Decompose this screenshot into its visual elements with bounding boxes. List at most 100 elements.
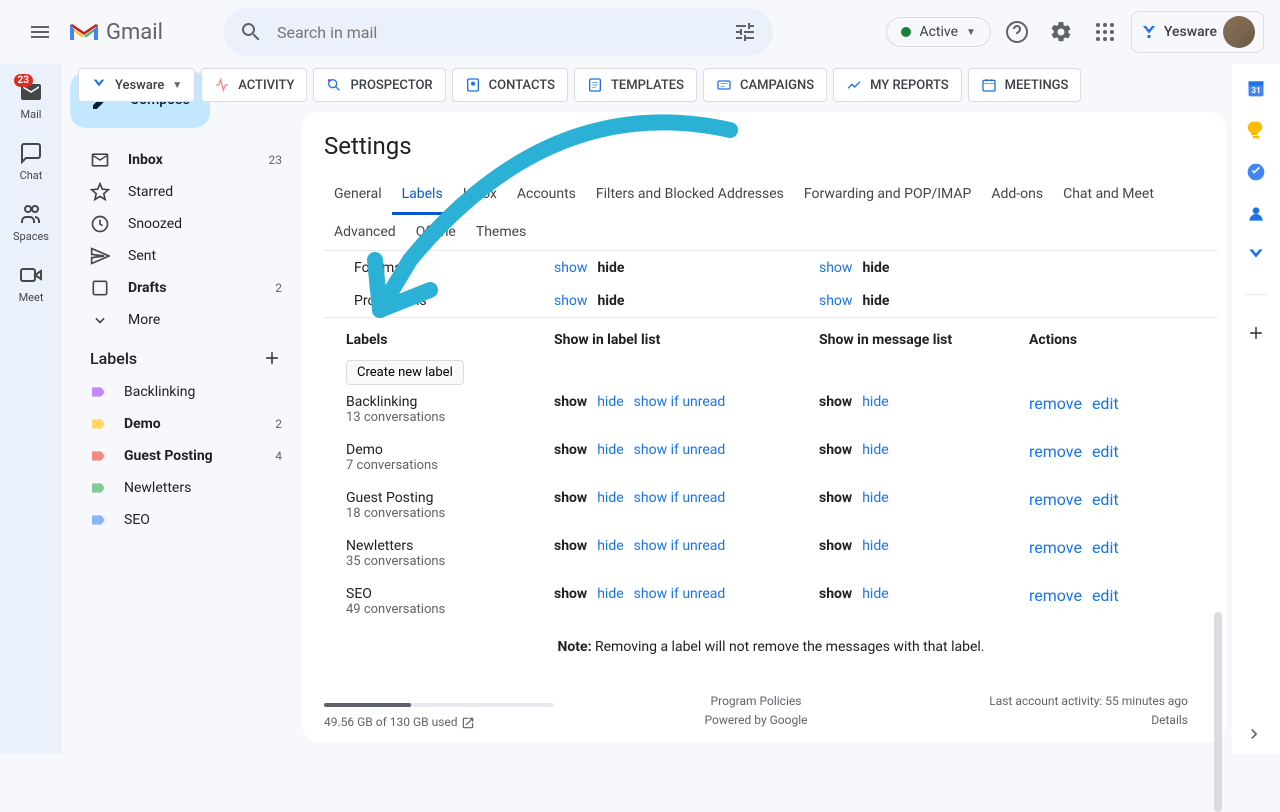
hide-link[interactable]: hide [862, 394, 888, 410]
remove-link[interactable]: remove [1029, 586, 1082, 605]
show-if-unread-link[interactable]: show if unread [634, 442, 726, 458]
show-bold[interactable]: show [819, 490, 852, 506]
hide-link[interactable]: hide [862, 586, 888, 602]
hide-link[interactable]: hide [862, 293, 889, 309]
show-if-unread-link[interactable]: show if unread [634, 394, 726, 410]
chevron-right-icon[interactable] [1244, 724, 1264, 744]
sidebar-nav-drafts[interactable]: Drafts 2 [70, 272, 294, 304]
show-link[interactable]: show [819, 260, 852, 276]
sidebar-label-seo[interactable]: SEO [70, 504, 294, 536]
hide-link[interactable]: hide [862, 490, 888, 506]
calendar-icon[interactable]: 31 [1246, 78, 1266, 98]
settings-tab-forwarding-and-pop-imap[interactable]: Forwarding and POP/IMAP [794, 176, 981, 214]
plus-icon[interactable] [262, 348, 282, 368]
edit-link[interactable]: edit [1092, 586, 1119, 605]
yesware-yesware[interactable]: Yesware▼ [78, 68, 195, 102]
show-bold[interactable]: show [554, 394, 587, 410]
yesware-prospector[interactable]: PROSPECTOR [313, 68, 445, 102]
status-chip[interactable]: Active ▼ [886, 17, 990, 47]
settings-gear-icon[interactable] [1049, 20, 1073, 44]
settings-tab-general[interactable]: General [324, 176, 392, 214]
show-bold[interactable]: show [819, 538, 852, 554]
show-bold[interactable]: show [554, 490, 587, 506]
hide-link[interactable]: hide [597, 586, 623, 602]
hide-link[interactable]: hide [597, 394, 623, 410]
search-input[interactable] [277, 23, 733, 42]
rail-mail[interactable]: 23 Mail [19, 80, 43, 121]
show-link[interactable]: show [554, 260, 587, 276]
show-bold[interactable]: show [554, 442, 587, 458]
yesware-meetings[interactable]: MEETINGS [968, 68, 1082, 102]
tune-icon[interactable] [733, 20, 757, 44]
settings-tab-accounts[interactable]: Accounts [507, 176, 586, 214]
settings-tab-inbox[interactable]: Inbox [453, 176, 507, 214]
edit-link[interactable]: edit [1092, 490, 1119, 509]
settings-tab-add-ons[interactable]: Add-ons [981, 176, 1053, 214]
show-bold[interactable]: show [554, 586, 587, 602]
main-menu-button[interactable] [16, 8, 64, 56]
show-link[interactable]: show [554, 293, 587, 309]
show-bold[interactable]: show [819, 394, 852, 410]
hide-link[interactable]: hide [862, 442, 888, 458]
settings-tab-themes[interactable]: Themes [466, 214, 536, 250]
yesware-account-badge[interactable]: Yesware [1131, 11, 1264, 53]
yesware-contacts[interactable]: CONTACTS [452, 68, 568, 102]
settings-tab-filters-and-blocked-addresses[interactable]: Filters and Blocked Addresses [586, 176, 794, 214]
sidebar-label-backlinking[interactable]: Backlinking [70, 376, 294, 408]
edit-link[interactable]: edit [1092, 442, 1119, 461]
support-icon[interactable] [1005, 20, 1029, 44]
remove-link[interactable]: remove [1029, 394, 1082, 413]
show-if-unread-link[interactable]: show if unread [634, 538, 726, 554]
settings-tab-offline[interactable]: Offline [406, 214, 466, 250]
hide-link[interactable]: hide [597, 293, 624, 309]
edit-link[interactable]: edit [1092, 538, 1119, 557]
rail-meet[interactable]: Meet [19, 263, 44, 304]
rail-chat[interactable]: Chat [19, 141, 43, 182]
settings-tab-advanced[interactable]: Advanced [324, 214, 406, 250]
sidebar-nav-more[interactable]: More [70, 304, 294, 336]
show-if-unread-link[interactable]: show if unread [634, 490, 726, 506]
hide-link[interactable]: hide [862, 538, 888, 554]
show-link[interactable]: show [819, 293, 852, 309]
details-link[interactable]: Details [900, 711, 1188, 730]
hide-link[interactable]: hide [597, 538, 623, 554]
hide-link[interactable]: hide [597, 260, 624, 276]
show-bold[interactable]: show [819, 586, 852, 602]
program-policies-link[interactable]: Program Policies [612, 692, 900, 711]
show-bold[interactable]: show [554, 538, 587, 554]
open-external-icon[interactable] [461, 716, 475, 730]
tasks-icon[interactable] [1246, 162, 1266, 182]
rail-spaces[interactable]: Spaces [13, 202, 49, 243]
contacts-icon[interactable] [1246, 204, 1266, 224]
sidebar-nav-snoozed[interactable]: Snoozed [70, 208, 294, 240]
yesware-side-icon[interactable] [1246, 246, 1266, 266]
sidebar-nav-sent[interactable]: Sent [70, 240, 294, 272]
hide-link[interactable]: hide [862, 260, 889, 276]
hide-link[interactable]: hide [597, 442, 623, 458]
keep-icon[interactable] [1246, 120, 1266, 140]
create-label-button[interactable]: Create new label [346, 360, 464, 385]
gmail-logo[interactable]: Gmail [68, 20, 163, 45]
add-addon-icon[interactable] [1246, 323, 1266, 343]
hide-link[interactable]: hide [597, 490, 623, 506]
show-bold[interactable]: show [819, 442, 852, 458]
sidebar-nav-inbox[interactable]: Inbox 23 [70, 144, 294, 176]
sidebar-label-guest-posting[interactable]: Guest Posting 4 [70, 440, 294, 472]
search-bar[interactable] [223, 8, 773, 56]
settings-tab-chat-and-meet[interactable]: Chat and Meet [1053, 176, 1164, 214]
sidebar-nav-starred[interactable]: Starred [70, 176, 294, 208]
apps-grid-icon[interactable] [1093, 20, 1117, 44]
remove-link[interactable]: remove [1029, 442, 1082, 461]
remove-link[interactable]: remove [1029, 490, 1082, 509]
yesware-templates[interactable]: TEMPLATES [574, 68, 697, 102]
sidebar-label-demo[interactable]: Demo 2 [70, 408, 294, 440]
remove-link[interactable]: remove [1029, 538, 1082, 557]
settings-tab-labels[interactable]: Labels [392, 176, 453, 215]
yesware-my-reports[interactable]: MY REPORTS [833, 68, 962, 102]
scrollbar[interactable] [1214, 612, 1222, 812]
yesware-campaigns[interactable]: CAMPAIGNS [703, 68, 827, 102]
show-if-unread-link[interactable]: show if unread [634, 586, 726, 602]
edit-link[interactable]: edit [1092, 394, 1119, 413]
yesware-activity[interactable]: ACTIVITY [201, 68, 307, 102]
sidebar-label-newletters[interactable]: Newletters [70, 472, 294, 504]
